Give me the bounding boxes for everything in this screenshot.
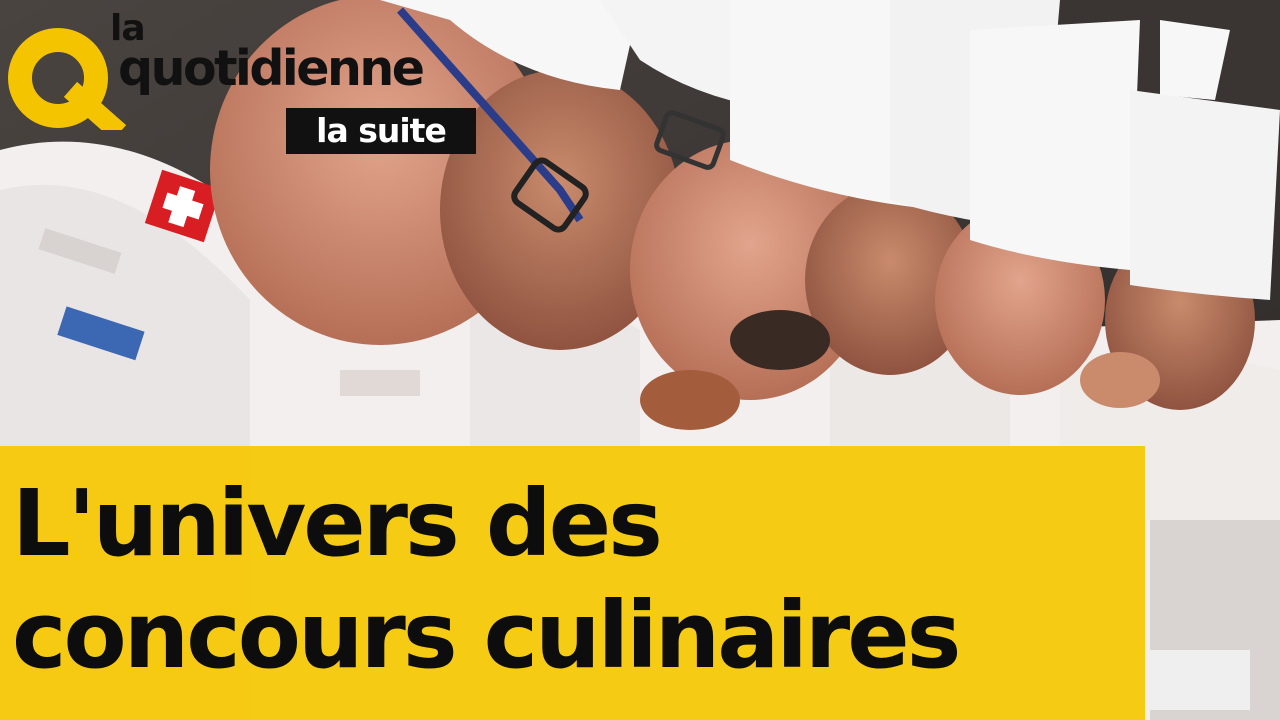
logo: la quotidienne la suite (0, 0, 480, 160)
headline-line-2: concours culinaires (12, 582, 961, 689)
logo-tag: la suite (286, 108, 476, 154)
headline: L'univers des concours culinaires (12, 468, 1132, 692)
headline-line-1: L'univers des (12, 470, 663, 577)
logo-wordmark: quotidienne (118, 40, 425, 97)
